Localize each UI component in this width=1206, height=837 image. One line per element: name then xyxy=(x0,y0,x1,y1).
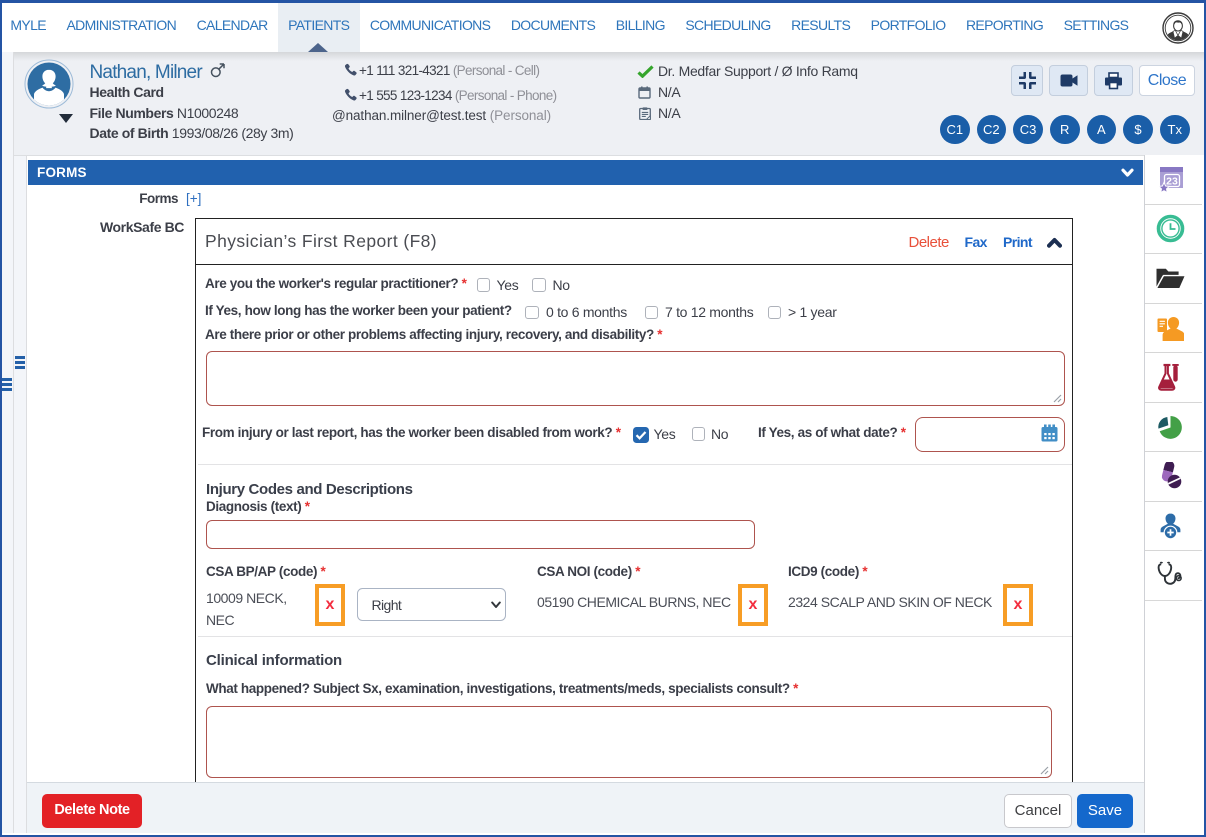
svg-text:23: 23 xyxy=(1166,175,1178,187)
